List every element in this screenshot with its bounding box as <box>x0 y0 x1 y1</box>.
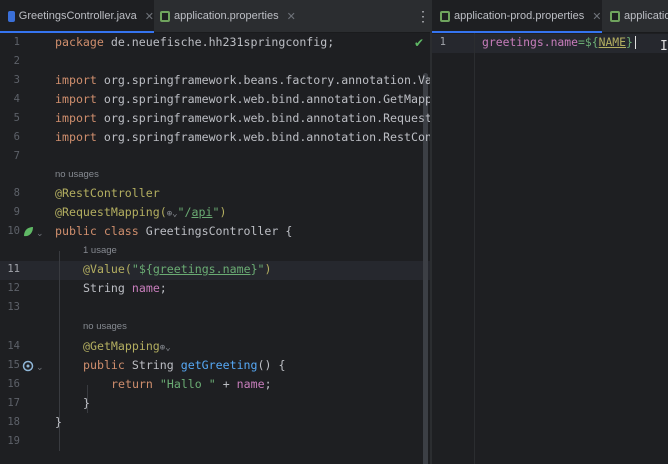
line-number: 7 <box>13 150 20 162</box>
mouse-text-cursor: I <box>660 39 668 54</box>
code-line-1: package de.neuefische.hh231springconfig; <box>55 35 335 49</box>
tab-application-prod-properties[interactable]: application-prod.properties ✕ <box>432 0 602 33</box>
properties-editor[interactable]: 1 greetings.name=${NAME} I <box>432 33 668 464</box>
properties-icon <box>610 10 620 22</box>
line-number: 1 <box>439 36 446 48</box>
properties-icon <box>440 10 450 22</box>
line-number: 2 <box>13 55 20 67</box>
line-number: 13 <box>7 301 20 313</box>
code-line-6: import org.springframework.web.bind.anno… <box>55 130 430 144</box>
tab-label: GreetingsController.java <box>18 10 137 22</box>
code-line-5: import org.springframework.web.bind.anno… <box>55 111 430 125</box>
code-line-14: @GetMapping⊕⌄ <box>83 339 171 353</box>
tab-label: application-prod.properties <box>454 10 585 22</box>
line-number: 19 <box>7 435 20 447</box>
fold-icon[interactable]: ⌄ <box>36 362 44 373</box>
tab-label: application.properties <box>174 10 279 22</box>
property-key: greetings.name <box>482 35 579 49</box>
tab-application-properties[interactable]: application.properties ✕ <box>160 0 310 32</box>
line-number: 8 <box>13 187 20 199</box>
code-line-10: public class GreetingsController { <box>55 224 293 238</box>
line-number: 3 <box>13 74 20 86</box>
line-number: 6 <box>13 131 20 143</box>
left-editor-pane: GreetingsController.java ✕ application.p… <box>0 0 430 464</box>
code-line-4: import org.springframework.web.bind.anno… <box>55 92 430 106</box>
usage-hint[interactable]: no usages <box>83 321 127 332</box>
line-number: 17 <box>7 397 20 409</box>
java-class-icon <box>8 10 15 22</box>
close-icon[interactable]: ✕ <box>592 10 601 23</box>
spring-bean-icon[interactable] <box>22 226 34 238</box>
code-line-18: } <box>55 415 62 429</box>
line-number: 5 <box>13 112 20 124</box>
close-icon[interactable]: ✕ <box>145 10 154 23</box>
line-number: 11 <box>7 263 20 275</box>
text-caret <box>634 36 636 49</box>
tab-application-properties-2[interactable]: applicatio <box>610 0 668 32</box>
more-tabs-icon[interactable]: ⋮ <box>416 8 430 25</box>
line-number: 14 <box>7 340 20 352</box>
usage-hint[interactable]: 1 usage <box>83 245 117 256</box>
line-number: 4 <box>13 93 20 105</box>
tab-label: applicatio <box>624 10 668 22</box>
line-number: 10 <box>7 225 20 237</box>
inspection-ok-icon[interactable]: ✔ <box>414 36 424 50</box>
usage-hint[interactable]: no usages <box>55 169 99 180</box>
code-line-11: @Value("${greetings.name}") <box>83 262 272 276</box>
line-number: 1 <box>13 36 20 48</box>
line-number: 15 <box>7 359 20 371</box>
left-tab-bar: GreetingsController.java ✕ application.p… <box>0 0 430 33</box>
code-line-3: import org.springframework.beans.factory… <box>55 73 430 87</box>
line-number: 12 <box>7 282 20 294</box>
properties-line-1: greetings.name=${NAME} <box>482 35 636 49</box>
code-line-12: String name; <box>83 281 167 295</box>
line-number: 16 <box>7 378 20 390</box>
close-icon[interactable]: ✕ <box>287 10 296 23</box>
line-number: 18 <box>7 416 20 428</box>
code-line-8: @RestController <box>55 186 160 200</box>
code-line-17: } <box>83 396 90 410</box>
endpoint-icon[interactable] <box>22 360 34 372</box>
tab-greetings-controller[interactable]: GreetingsController.java ✕ <box>0 0 154 33</box>
right-editor-pane: application-prod.properties ✕ applicatio… <box>432 0 668 464</box>
code-line-16: return "Hallo " + name; <box>111 377 272 391</box>
code-line-15: public String getGreeting() { <box>83 358 286 372</box>
fold-icon[interactable]: ⌄ <box>36 228 44 239</box>
properties-icon <box>160 10 170 22</box>
code-editor[interactable]: ✔ 1 2 3 4 5 6 7 8 9 10 11 12 13 14 15 16… <box>0 33 430 464</box>
gutter-separator <box>474 33 475 464</box>
right-tab-bar: application-prod.properties ✕ applicatio <box>432 0 668 33</box>
line-number: 9 <box>13 206 20 218</box>
code-line-9: @RequestMapping(⊕⌄"/api") <box>55 205 227 219</box>
